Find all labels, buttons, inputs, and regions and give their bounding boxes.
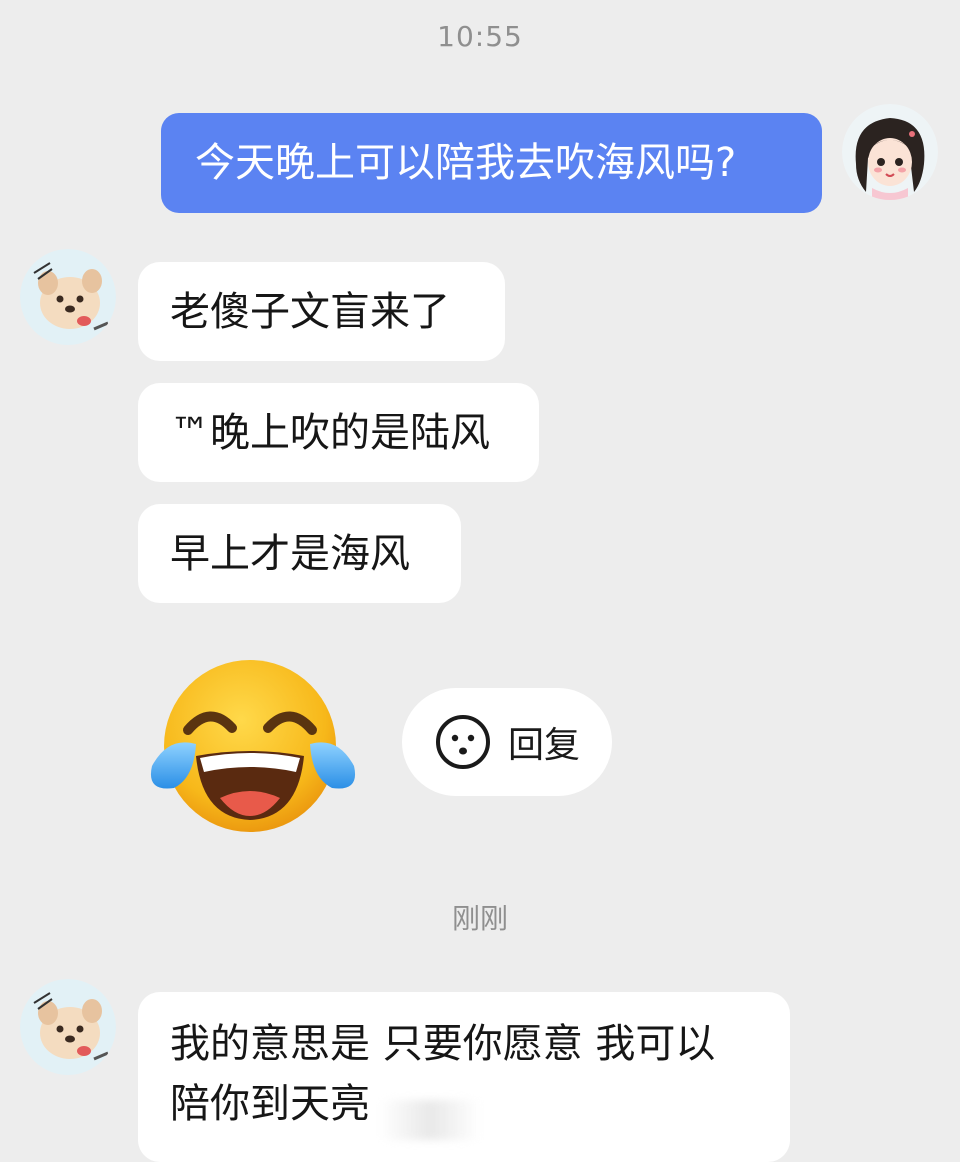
- message-text: 早上才是海风: [170, 531, 410, 577]
- reply-label: 回复: [508, 725, 581, 766]
- message-text-line: 陪你到天亮: [170, 1081, 370, 1127]
- outgoing-message-bubble[interactable]: 今天晚上可以陪我去吹海风吗?: [161, 113, 822, 213]
- message-text: ™晚上吹的是陆风: [170, 410, 490, 456]
- smiley-face-icon: [436, 715, 490, 769]
- message-text: 老傻子文盲来了: [170, 289, 450, 335]
- laughing-tears-emoji-icon[interactable]: [138, 648, 368, 838]
- incoming-message-bubble[interactable]: 早上才是海风: [138, 504, 461, 603]
- reply-button[interactable]: 回复: [402, 688, 612, 796]
- incoming-message-bubble[interactable]: 老傻子文盲来了: [138, 262, 505, 361]
- incoming-message-bubble[interactable]: ™晚上吹的是陆风: [138, 383, 539, 482]
- timestamp: 刚刚: [451, 902, 508, 935]
- watermark-blur: [380, 1100, 480, 1140]
- message-text-line: 我的意思是 只要你愿意 我可以: [170, 1021, 716, 1067]
- timestamp: 10:55: [437, 20, 523, 53]
- self-avatar[interactable]: [842, 104, 938, 200]
- contact-avatar[interactable]: [20, 979, 116, 1075]
- contact-avatar[interactable]: [20, 249, 116, 345]
- message-text: 今天晚上可以陪我去吹海风吗?: [195, 140, 737, 186]
